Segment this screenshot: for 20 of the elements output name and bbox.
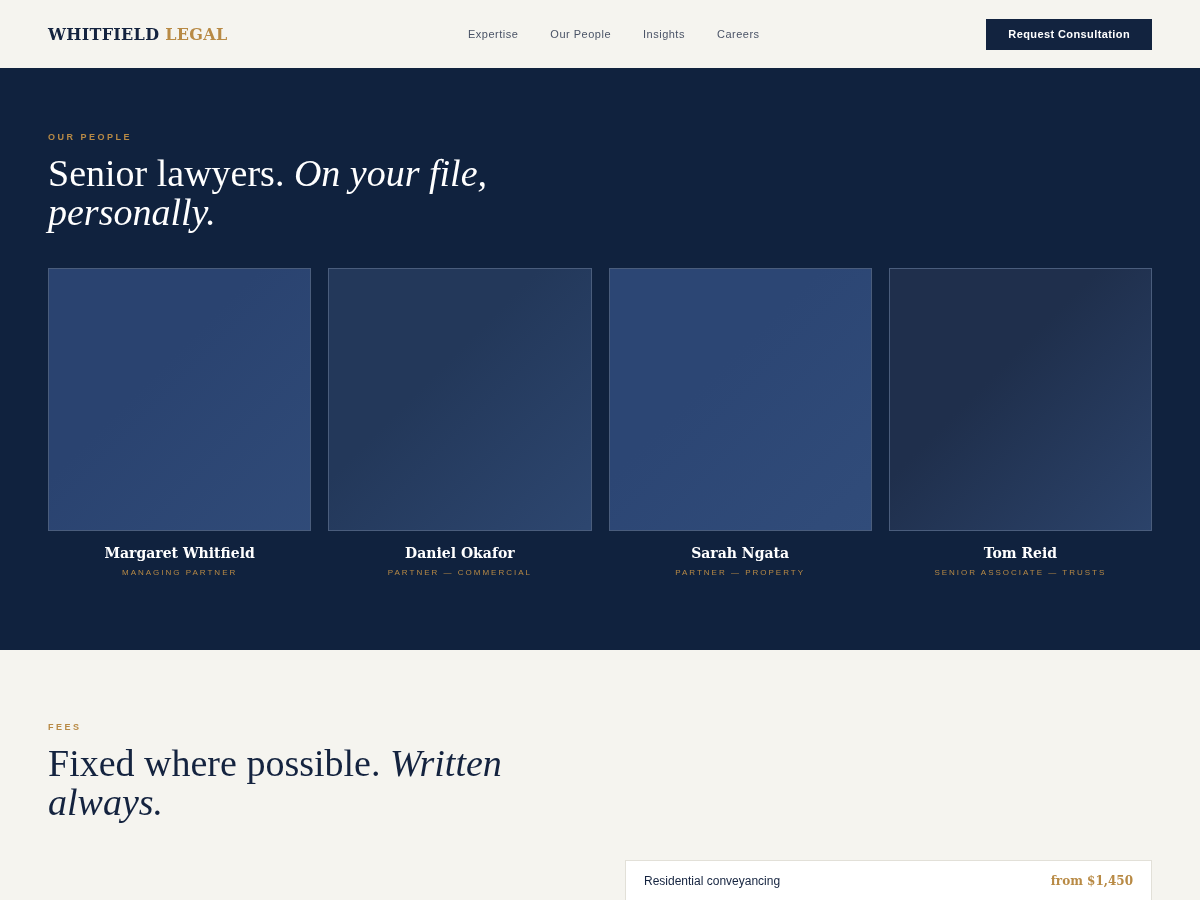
person-name: Margaret Whitfield [104, 545, 255, 562]
person-role: PARTNER — COMMERCIAL [387, 568, 532, 578]
section-eyebrow: OUR PEOPLE [48, 132, 133, 142]
nav-link[interactable]: Expertise [468, 28, 519, 40]
person-name: Tom Reid [983, 545, 1058, 562]
person-role: SENIOR ASSOCIATE — TRUSTS [934, 568, 1107, 578]
section-headline: Fixed where possible. Written always. [48, 744, 503, 822]
nav-link[interactable]: Our People [550, 28, 611, 40]
person-role: MANAGING PARTNER [122, 568, 238, 578]
request-consultation-button[interactable]: Request Consultation [986, 18, 1152, 50]
logo[interactable]: WHITFIELD LEGAL [48, 24, 428, 44]
fee-price: from $1,450 [1050, 874, 1133, 888]
nav-link[interactable]: Insights [643, 28, 685, 40]
section-headline: Senior lawyers. On your file, personally. [48, 154, 489, 232]
service-name: Residential conveyancing [644, 874, 781, 888]
section-eyebrow: FEES [48, 722, 83, 732]
person-role: PARTNER — PROPERTY [675, 568, 805, 578]
person-name: Daniel Okafor [405, 545, 515, 562]
nav-link[interactable]: Careers [716, 28, 760, 40]
person-name: Sarah Ngata [691, 545, 790, 562]
